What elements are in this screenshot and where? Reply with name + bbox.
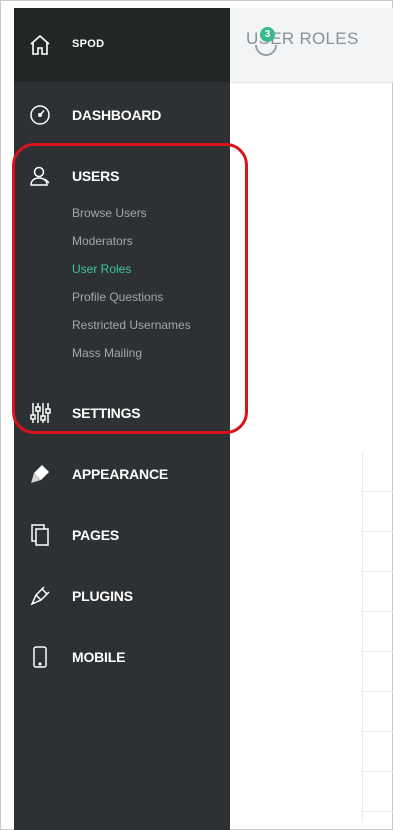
nav-label-settings: SETTINGS: [72, 405, 141, 421]
table-row: [363, 692, 393, 732]
brand-name: SPOD: [72, 38, 105, 50]
content-table: [362, 452, 393, 822]
table-row: [363, 612, 393, 652]
user-icon: [28, 164, 52, 188]
nav-item-pages[interactable]: PAGES: [14, 515, 230, 555]
plug-icon: [28, 584, 52, 608]
table-row: [363, 772, 393, 812]
sidebar: SPOD DASHBOARD USERS Browse Users Modera…: [14, 8, 230, 830]
nav-label-pages: PAGES: [72, 527, 119, 543]
submenu-moderators[interactable]: Moderators: [72, 234, 133, 248]
brush-icon: [28, 462, 52, 486]
nav-label-users: USERS: [72, 168, 120, 184]
table-row: [363, 452, 393, 492]
nav-item-settings[interactable]: SETTINGS: [14, 393, 230, 433]
nav-label-mobile: MOBILE: [72, 649, 126, 665]
submenu-restricted-usernames[interactable]: Restricted Usernames: [72, 318, 191, 332]
nav-item-appearance[interactable]: APPEARANCE: [14, 454, 230, 494]
loading-indicator: 3: [252, 27, 280, 59]
table-row: [363, 732, 393, 772]
submenu-mass-mailing[interactable]: Mass Mailing: [72, 346, 142, 360]
nav-item-plugins[interactable]: PLUGINS: [14, 576, 230, 616]
nav-item-dashboard[interactable]: DASHBOARD: [14, 95, 230, 135]
table-row: [363, 532, 393, 572]
sliders-icon: [28, 401, 52, 425]
page-header: USER ROLES 3: [230, 8, 393, 83]
submenu-profile-questions[interactable]: Profile Questions: [72, 290, 163, 304]
table-row: [363, 652, 393, 692]
brand-bar[interactable]: SPOD: [14, 8, 230, 82]
nav-label-appearance: APPEARANCE: [72, 466, 169, 482]
nav-item-mobile[interactable]: MOBILE: [14, 637, 230, 677]
mobile-icon: [28, 645, 52, 669]
home-icon: [28, 33, 52, 57]
submenu-browse-users[interactable]: Browse Users: [72, 206, 147, 220]
nav-item-users[interactable]: USERS: [14, 156, 230, 196]
gauge-icon: [28, 103, 52, 127]
table-row: [363, 572, 393, 612]
submenu-user-roles[interactable]: User Roles: [72, 262, 131, 276]
pages-icon: [28, 523, 52, 547]
table-row: [363, 492, 393, 532]
nav-label-dashboard: DASHBOARD: [72, 107, 162, 123]
nav-label-plugins: PLUGINS: [72, 588, 133, 604]
notification-badge: 3: [260, 27, 275, 42]
